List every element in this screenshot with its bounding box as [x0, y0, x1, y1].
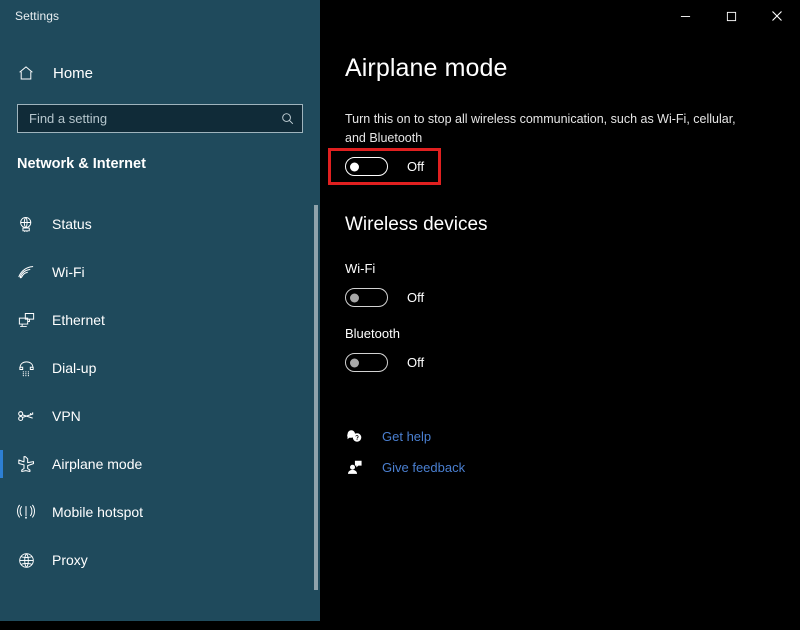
sidebar-item-airplane-mode-label: Airplane mode	[52, 456, 143, 472]
page-description: Turn this on to stop all wireless commun…	[345, 112, 736, 145]
hotspot-broadcast-icon	[14, 500, 38, 524]
selection-indicator	[0, 210, 3, 238]
sidebar-item-dialup[interactable]: Dial-up	[0, 344, 320, 392]
help-bubble-icon	[344, 426, 364, 446]
dialup-phone-icon	[14, 356, 38, 380]
bluetooth-toggle[interactable]	[345, 353, 388, 372]
toggle-knob	[350, 162, 359, 171]
sidebar-item-wifi-label: Wi-Fi	[52, 264, 85, 280]
minimize-button[interactable]	[662, 0, 708, 32]
airplane-mode-toggle[interactable]	[345, 157, 388, 176]
selection-indicator	[0, 402, 3, 430]
selection-indicator	[0, 498, 3, 526]
sidebar-item-home-label: Home	[53, 64, 94, 82]
wifi-device-label: Wi-Fi	[345, 261, 376, 276]
sidebar: Settings Home Network & Internet	[0, 0, 320, 621]
sidebar-item-vpn[interactable]: VPN	[0, 392, 320, 440]
status-globe-icon	[14, 212, 38, 236]
title-bar[interactable]: Settings	[0, 0, 320, 36]
bluetooth-toggle-state: Off	[407, 355, 425, 370]
close-button[interactable]	[754, 0, 800, 32]
window-controls	[662, 0, 800, 32]
sidebar-section-title: Network & Internet	[17, 156, 146, 172]
ethernet-icon	[14, 308, 38, 332]
airplane-mode-toggle-row[interactable]: Off	[345, 157, 424, 176]
give-feedback-link[interactable]: Give feedback	[344, 457, 465, 477]
globe-icon	[14, 548, 38, 572]
bluetooth-device-label: Bluetooth	[345, 326, 400, 341]
get-help-link[interactable]: Get help	[344, 426, 431, 446]
search-input[interactable]	[18, 111, 272, 126]
sidebar-item-ethernet[interactable]: Ethernet	[0, 296, 320, 344]
toggle-knob	[350, 293, 359, 302]
sidebar-item-home[interactable]: Home	[0, 57, 320, 89]
sidebar-item-wifi[interactable]: Wi-Fi	[0, 248, 320, 296]
get-help-label: Get help	[382, 428, 432, 444]
toggle-knob	[350, 358, 359, 367]
sidebar-nav-list: Status Wi-Fi Ethernet Dial-up VPN Airpla…	[0, 200, 320, 584]
page-title: Airplane mode	[345, 54, 508, 82]
home-icon	[15, 62, 37, 84]
wifi-toggle-row[interactable]: Off	[345, 288, 424, 307]
bluetooth-toggle-row[interactable]: Off	[345, 353, 424, 372]
sidebar-item-vpn-label: VPN	[52, 408, 81, 424]
maximize-button[interactable]	[708, 0, 754, 32]
selection-indicator	[0, 354, 3, 382]
airplane-icon	[14, 452, 38, 476]
sidebar-item-airplane-mode[interactable]: Airplane mode	[0, 440, 320, 488]
sidebar-item-status-label: Status	[52, 216, 92, 232]
main-content: Airplane mode Turn this on to stop all w…	[320, 0, 800, 630]
selection-indicator	[0, 258, 3, 286]
feedback-person-icon	[344, 457, 364, 477]
vpn-key-icon	[14, 404, 38, 428]
settings-window: Settings Home Network & Internet	[0, 0, 800, 630]
sidebar-item-proxy[interactable]: Proxy	[0, 536, 320, 584]
wifi-toggle[interactable]	[345, 288, 388, 307]
sidebar-item-status[interactable]: Status	[0, 200, 320, 248]
give-feedback-label: Give feedback	[382, 459, 466, 475]
sidebar-item-mobile-hotspot-label: Mobile hotspot	[52, 504, 144, 520]
wifi-icon	[14, 260, 38, 284]
sidebar-item-proxy-label: Proxy	[52, 552, 88, 568]
selection-indicator	[0, 306, 3, 334]
sidebar-scrollbar[interactable]	[314, 205, 318, 590]
app-title: Settings	[15, 9, 60, 23]
selection-indicator	[0, 546, 3, 574]
sidebar-item-mobile-hotspot[interactable]: Mobile hotspot	[0, 488, 320, 536]
search-icon[interactable]	[272, 105, 302, 132]
wifi-toggle-state: Off	[407, 290, 425, 305]
airplane-mode-toggle-state: Off	[407, 159, 425, 174]
sidebar-item-ethernet-label: Ethernet	[52, 312, 105, 328]
selection-indicator	[0, 450, 3, 478]
wireless-devices-heading: Wireless devices	[345, 214, 488, 235]
search-box[interactable]	[17, 104, 303, 133]
sidebar-item-dialup-label: Dial-up	[52, 360, 97, 376]
